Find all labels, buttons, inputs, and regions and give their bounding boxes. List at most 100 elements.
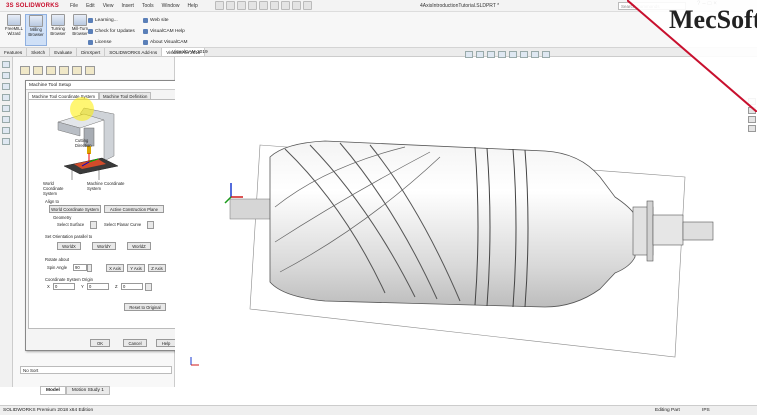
simulate-icon[interactable] bbox=[2, 138, 10, 145]
spin-angle-stepper[interactable] bbox=[87, 264, 92, 272]
tool-icon[interactable] bbox=[46, 66, 56, 75]
feeds-icon[interactable] bbox=[59, 66, 69, 75]
visualcam-help-link[interactable]: VisualCAM Help bbox=[143, 29, 185, 34]
tab-sketch[interactable]: Sketch bbox=[27, 48, 51, 56]
print-icon[interactable] bbox=[259, 1, 268, 10]
stock-icon[interactable] bbox=[33, 66, 43, 75]
origin-x-input[interactable]: 0 bbox=[53, 283, 75, 290]
sort-dropdown[interactable]: No Sort bbox=[20, 366, 172, 374]
tab-addins[interactable]: SOLIDWORKS Add-Ins bbox=[105, 48, 163, 56]
view-orientation-icon[interactable] bbox=[509, 51, 517, 58]
section-view-icon[interactable] bbox=[498, 51, 506, 58]
turning-icon bbox=[51, 14, 65, 26]
select-planar-label: Select Planar Curve bbox=[104, 222, 142, 227]
spin-angle-input[interactable]: 90 bbox=[73, 264, 87, 271]
z-axis-button[interactable]: Z Axis bbox=[148, 264, 166, 272]
about-visualcam-link[interactable]: About VisualCAM bbox=[143, 40, 188, 45]
post-icon[interactable] bbox=[72, 66, 82, 75]
worldy-button[interactable]: WorldY bbox=[92, 242, 116, 250]
property-icon[interactable] bbox=[2, 72, 10, 79]
origin-y-input[interactable]: 0 bbox=[87, 283, 109, 290]
worldx-button[interactable]: WorldX bbox=[57, 242, 81, 250]
license-icon bbox=[88, 40, 93, 45]
turning-browser-button[interactable]: Turning Browser bbox=[47, 14, 69, 46]
y-axis-button[interactable]: Y Axis bbox=[127, 264, 145, 272]
freemill-wizard-button[interactable]: FreeMILL Wizard bbox=[3, 14, 25, 46]
freemill-label: FreeMILL Wizard bbox=[5, 26, 23, 36]
open-icon[interactable] bbox=[237, 1, 246, 10]
dimxpert-icon[interactable] bbox=[2, 94, 10, 101]
display-icon[interactable] bbox=[2, 105, 10, 112]
visualcam-tab-label: VisualCAM 2019 bbox=[172, 50, 208, 55]
check-updates-link[interactable]: Check for Updates bbox=[88, 29, 135, 34]
tab-dimxpert[interactable]: DimXpert bbox=[77, 48, 106, 56]
menu-insert[interactable]: Insert bbox=[121, 3, 134, 9]
milling-label: Milling Browser bbox=[28, 27, 44, 37]
save-icon[interactable] bbox=[248, 1, 257, 10]
worldz-button[interactable]: WorldZ bbox=[127, 242, 151, 250]
display-style-icon[interactable] bbox=[520, 51, 528, 58]
undo-icon[interactable] bbox=[270, 1, 279, 10]
appearance-icon[interactable] bbox=[542, 51, 550, 58]
solidworks-logo[interactable]: 3S SOLIDWORKS bbox=[6, 3, 59, 9]
mill-turn-label: Mill-Turn Browser bbox=[71, 26, 89, 36]
options-icon[interactable] bbox=[303, 1, 312, 10]
hide-show-icon[interactable] bbox=[531, 51, 539, 58]
origin-z-input[interactable]: 0 bbox=[121, 283, 143, 290]
menu-view[interactable]: View bbox=[103, 3, 114, 9]
zoom-area-icon[interactable] bbox=[476, 51, 484, 58]
website-label: Web site bbox=[150, 18, 169, 23]
ok-button[interactable]: OK bbox=[90, 339, 110, 347]
select-icon[interactable] bbox=[281, 1, 290, 10]
help-button[interactable]: Help bbox=[156, 339, 176, 347]
heads-up-toolbar bbox=[465, 51, 550, 58]
license-link[interactable]: License bbox=[88, 40, 112, 45]
web-icon bbox=[143, 18, 148, 23]
set-orientation-label: Set Orientation parallel to bbox=[45, 234, 93, 239]
machine-icon[interactable] bbox=[20, 66, 30, 75]
origin-y-label: Y bbox=[81, 284, 84, 289]
info-icon bbox=[143, 40, 148, 45]
pick-origin-button[interactable] bbox=[145, 283, 152, 291]
tab-model[interactable]: Model bbox=[40, 386, 66, 395]
cam-icon[interactable] bbox=[2, 116, 10, 123]
milling-browser-button[interactable]: Milling Browser bbox=[25, 14, 47, 46]
world-cs-button[interactable]: World Coordinate System bbox=[49, 205, 101, 213]
view-palette-icon[interactable] bbox=[748, 125, 756, 132]
active-plane-button[interactable]: Active Construction Plane bbox=[104, 205, 164, 213]
menu-edit[interactable]: Edit bbox=[86, 3, 95, 9]
align-to-label: Align to bbox=[45, 199, 59, 204]
machine-tool-setup-dialog: Machine Tool Setup × Machine Tool Coordi… bbox=[25, 80, 183, 351]
status-units[interactable]: IPS bbox=[702, 408, 710, 413]
menu-file[interactable]: File bbox=[70, 3, 78, 9]
document-title: 4AxisIntroductionTutorial.SLDPRT * bbox=[420, 3, 500, 9]
milling-icon bbox=[29, 15, 43, 27]
home-icon[interactable] bbox=[215, 1, 224, 10]
tab-evaluate[interactable]: Evaluate bbox=[50, 48, 78, 56]
reset-original-button[interactable]: Reset to Original bbox=[124, 303, 166, 311]
freemill-icon bbox=[7, 14, 21, 26]
toolpath-icon[interactable] bbox=[2, 127, 10, 134]
select-surface-button[interactable] bbox=[90, 221, 97, 229]
select-planar-button[interactable] bbox=[147, 221, 154, 229]
feature-tree-icon[interactable] bbox=[2, 61, 10, 68]
menu-window[interactable]: Window bbox=[162, 3, 180, 9]
spin-angle-label: Spin Angle bbox=[47, 265, 68, 270]
menu-tools[interactable]: Tools bbox=[142, 3, 154, 9]
tab-motion-study[interactable]: Motion Study 1 bbox=[65, 386, 110, 395]
config-icon[interactable] bbox=[2, 83, 10, 90]
menu-help[interactable]: Help bbox=[187, 3, 197, 9]
zoom-fit-icon[interactable] bbox=[465, 51, 473, 58]
website-link[interactable]: Web site bbox=[143, 18, 169, 23]
settings-icon[interactable] bbox=[85, 66, 95, 75]
cancel-button[interactable]: Cancel bbox=[123, 339, 147, 347]
rebuild-icon[interactable] bbox=[292, 1, 301, 10]
x-axis-button[interactable]: X Axis bbox=[106, 264, 124, 272]
select-surface-label: Select Surface bbox=[57, 222, 85, 227]
tab-features[interactable]: Features bbox=[0, 48, 28, 56]
learning-link[interactable]: Learning... bbox=[88, 18, 118, 23]
new-icon[interactable] bbox=[226, 1, 235, 10]
previous-view-icon[interactable] bbox=[487, 51, 495, 58]
mecsoft-text: MecSoft bbox=[669, 5, 757, 34]
file-explorer-icon[interactable] bbox=[748, 116, 756, 123]
